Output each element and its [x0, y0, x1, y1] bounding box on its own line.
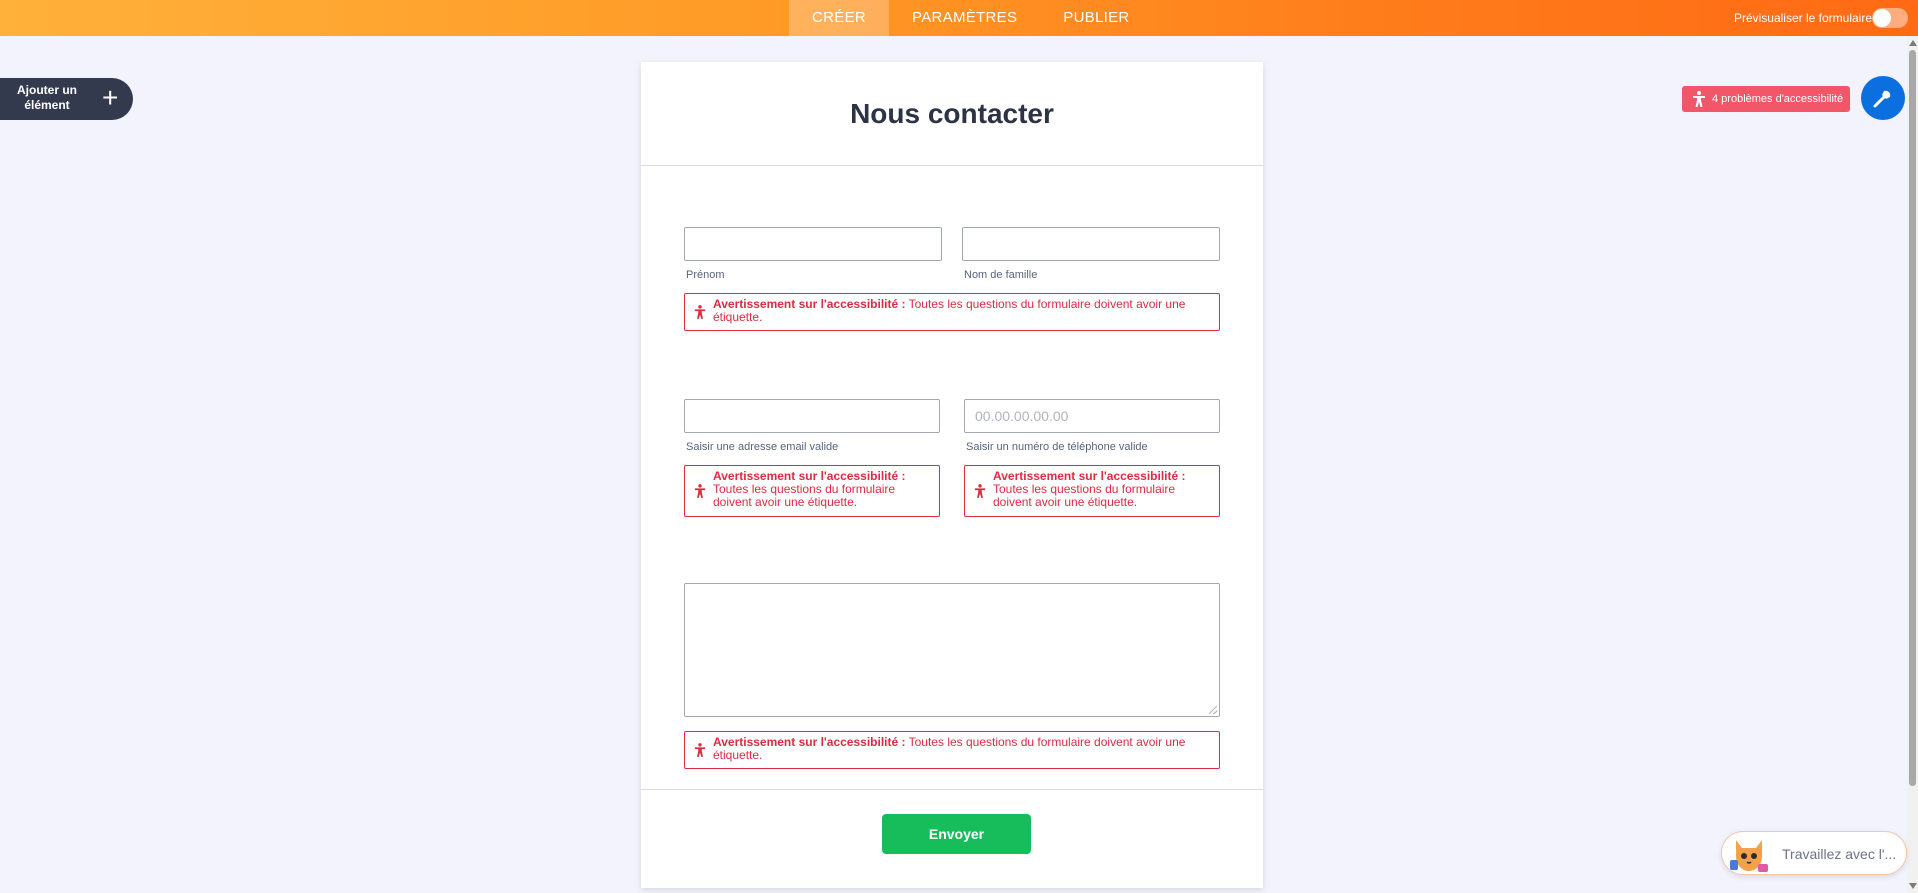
- scroll-thumb[interactable]: [1909, 50, 1916, 786]
- add-element-label: Ajouter un élément: [17, 83, 77, 112]
- phone-sublabel: Saisir un numéro de téléphone valide: [966, 441, 1148, 453]
- email-sublabel: Saisir une adresse email valide: [686, 441, 839, 453]
- warning-title: Avertissement sur l'accessibilité :: [713, 297, 906, 311]
- warning-text: Toutes les questions du formulaire doive…: [993, 482, 1176, 509]
- submit-button[interactable]: Envoyer: [882, 814, 1031, 854]
- accessibility-warning: Avertissement sur l'accessibilité : Tout…: [684, 465, 940, 517]
- scrollbar[interactable]: [1907, 36, 1918, 893]
- accessibility-warning-icon: [694, 305, 706, 319]
- assistant-label: Travaillez avec l'...: [1782, 846, 1897, 862]
- form-header: Nous contacter: [641, 62, 1263, 166]
- preview-label: Prévisualiser le formulaire: [1733, 11, 1872, 25]
- email-input[interactable]: [684, 399, 940, 433]
- plus-icon: +: [102, 82, 119, 113]
- warning-title: Avertissement sur l'accessibilité :: [713, 469, 906, 483]
- tab-parametres[interactable]: PARAMÈTRES: [889, 0, 1040, 36]
- form-card: Nous contacter Prénom Nom de famille Ave…: [641, 62, 1263, 888]
- accessibility-issues-badge[interactable]: 4 problèmes d'accessibilité: [1682, 86, 1850, 112]
- resize-handle-icon[interactable]: [1209, 706, 1217, 714]
- form-title[interactable]: Nous contacter: [641, 98, 1263, 130]
- accessibility-warning-icon: [694, 743, 706, 757]
- main-tabs: CRÉER PARAMÈTRES PUBLIER: [789, 0, 1153, 36]
- ai-assistant-button[interactable]: Travaillez avec l'...: [1721, 831, 1907, 875]
- last-name-sublabel: Nom de famille: [964, 269, 1038, 281]
- warning-title: Avertissement sur l'accessibilité :: [713, 735, 906, 749]
- accessibility-warning: Avertissement sur l'accessibilité : Tout…: [684, 731, 1220, 769]
- last-name-input[interactable]: [962, 227, 1220, 261]
- cat-avatar-icon: [1730, 840, 1768, 872]
- tab-creer[interactable]: CRÉER: [789, 0, 890, 36]
- message-textarea[interactable]: [684, 583, 1220, 717]
- scroll-down-arrow-icon[interactable]: [1909, 883, 1917, 889]
- warning-title: Avertissement sur l'accessibilité :: [993, 469, 1186, 483]
- accessibility-wand-button[interactable]: [1861, 76, 1905, 120]
- accessibility-warning-icon: [694, 484, 706, 498]
- accessibility-warning: Avertissement sur l'accessibilité : Tout…: [684, 293, 1220, 331]
- phone-input[interactable]: 00.00.00.00.00: [964, 399, 1220, 433]
- add-element-button[interactable]: Ajouter un élément +: [0, 78, 133, 120]
- warning-text: Toutes les questions du formulaire doive…: [713, 482, 896, 509]
- preview-toggle[interactable]: [1872, 8, 1908, 28]
- accessibility-icon: [1693, 91, 1705, 107]
- first-name-input[interactable]: [684, 227, 942, 261]
- toggle-knob: [1873, 9, 1891, 27]
- first-name-sublabel: Prénom: [686, 269, 725, 281]
- top-bar: CRÉER PARAMÈTRES PUBLIER Prévisualiser l…: [0, 0, 1918, 36]
- submit-divider: [641, 789, 1263, 790]
- accessibility-warning: Avertissement sur l'accessibilité : Tout…: [964, 465, 1220, 517]
- accessibility-badge-label: 4 problèmes d'accessibilité: [1712, 93, 1844, 105]
- scroll-up-arrow-icon[interactable]: [1909, 40, 1917, 46]
- magic-wand-icon: [1873, 90, 1891, 108]
- tab-publier[interactable]: PUBLIER: [1040, 0, 1152, 36]
- accessibility-warning-icon: [974, 484, 986, 498]
